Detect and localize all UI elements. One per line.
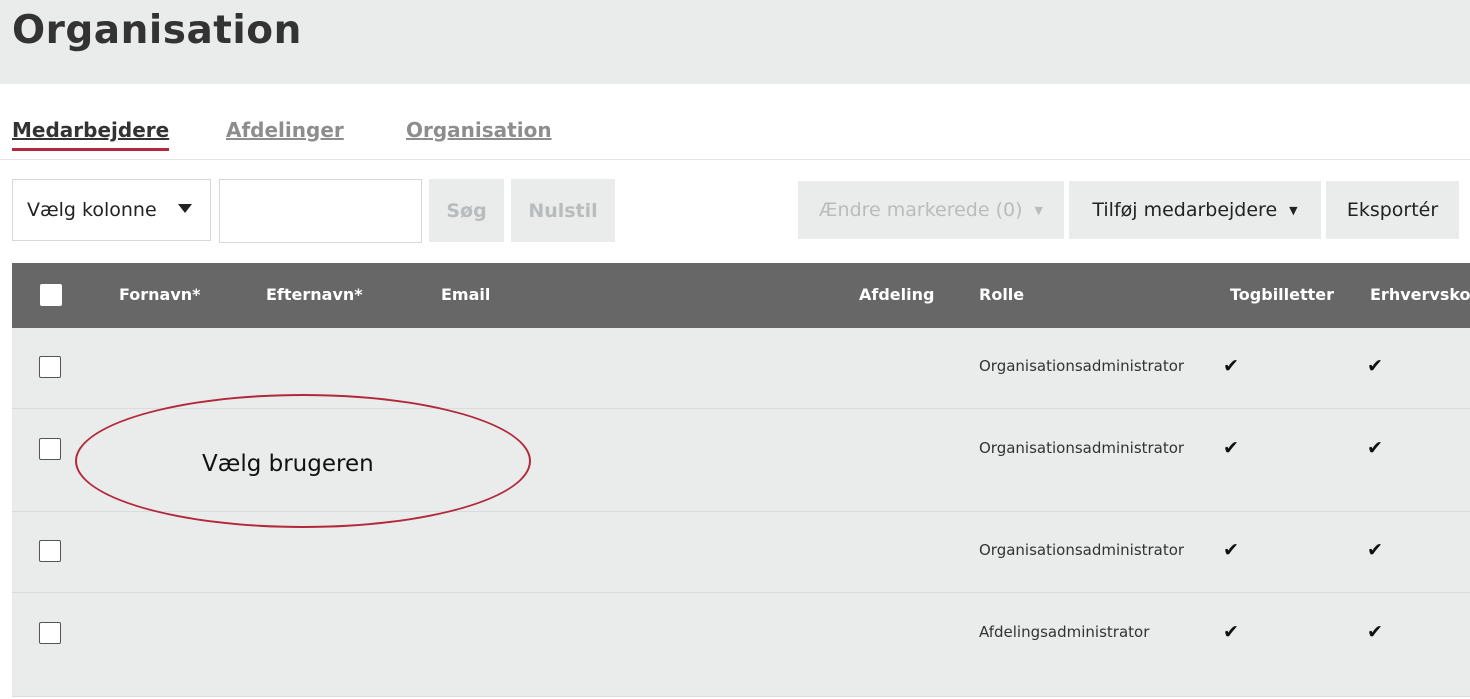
role-cell: Organisationsadministrator	[979, 439, 1185, 457]
row-checkbox[interactable]	[39, 540, 61, 562]
change-selected-button[interactable]: Ændre markerede (0) ▼	[798, 181, 1064, 239]
row-checkbox[interactable]	[39, 622, 61, 644]
tab-afdelinger[interactable]: Afdelinger	[226, 118, 344, 148]
row-checkbox[interactable]	[39, 356, 61, 378]
table-header: Fornavn* Efternavn* Email Afdeling Rolle…	[12, 263, 1470, 328]
search-button[interactable]: Søg	[429, 179, 504, 242]
page-title: Organisation	[12, 8, 302, 53]
checkmark-icon: ✔	[1367, 539, 1383, 561]
role-cell: Organisationsadministrator	[979, 357, 1185, 375]
tab-bar: Medarbejdere Afdelinger Organisation	[0, 84, 1470, 160]
column-header-email[interactable]: Email	[441, 285, 490, 304]
column-header-fornavn[interactable]: Fornavn*	[119, 285, 201, 304]
add-employees-button[interactable]: Tilføj medarbejdere ▼	[1069, 181, 1321, 239]
tab-organisation[interactable]: Organisation	[406, 118, 552, 148]
column-header-togbilletter[interactable]: Togbilletter	[1230, 285, 1334, 304]
row-checkbox[interactable]	[39, 438, 61, 460]
toolbar: Vælg kolonne Søg Nulstil Ændre markerede…	[0, 179, 1470, 243]
column-header-rolle[interactable]: Rolle	[979, 285, 1024, 304]
caret-down-icon: ▼	[1289, 203, 1298, 217]
checkmark-icon: ✔	[1223, 539, 1239, 561]
search-input[interactable]	[219, 179, 422, 243]
role-cell: Afdelingsadministrator	[979, 623, 1150, 641]
annotation-text: Vælg brugeren	[202, 451, 374, 477]
page-header: Organisation	[0, 0, 1470, 84]
change-selected-label: Ændre markerede (0)	[819, 199, 1023, 221]
column-header-afdeling[interactable]: Afdeling	[859, 285, 934, 304]
checkmark-icon: ✔	[1223, 437, 1239, 459]
reset-button[interactable]: Nulstil	[511, 179, 615, 242]
export-button[interactable]: Eksportér	[1326, 181, 1459, 239]
table-row[interactable]: Afdelingsadministrator ✔ ✔	[12, 593, 1470, 697]
checkmark-icon: ✔	[1367, 437, 1383, 459]
column-header-efternavn[interactable]: Efternavn*	[266, 285, 363, 304]
checkmark-icon: ✔	[1367, 355, 1383, 377]
select-all-checkbox[interactable]	[40, 284, 62, 306]
column-select[interactable]: Vælg kolonne	[12, 179, 211, 241]
checkmark-icon: ✔	[1223, 621, 1239, 643]
column-select-label: Vælg kolonne	[27, 199, 157, 221]
role-cell: Organisationsadministrator	[979, 541, 1185, 559]
caret-down-icon	[178, 204, 192, 213]
column-header-erhvervskort[interactable]: Erhvervskor	[1370, 285, 1470, 304]
checkmark-icon: ✔	[1367, 621, 1383, 643]
caret-down-icon: ▼	[1034, 203, 1043, 217]
add-employees-label: Tilføj medarbejdere	[1092, 199, 1278, 221]
checkmark-icon: ✔	[1223, 355, 1239, 377]
tab-medarbejdere[interactable]: Medarbejdere	[12, 118, 170, 151]
